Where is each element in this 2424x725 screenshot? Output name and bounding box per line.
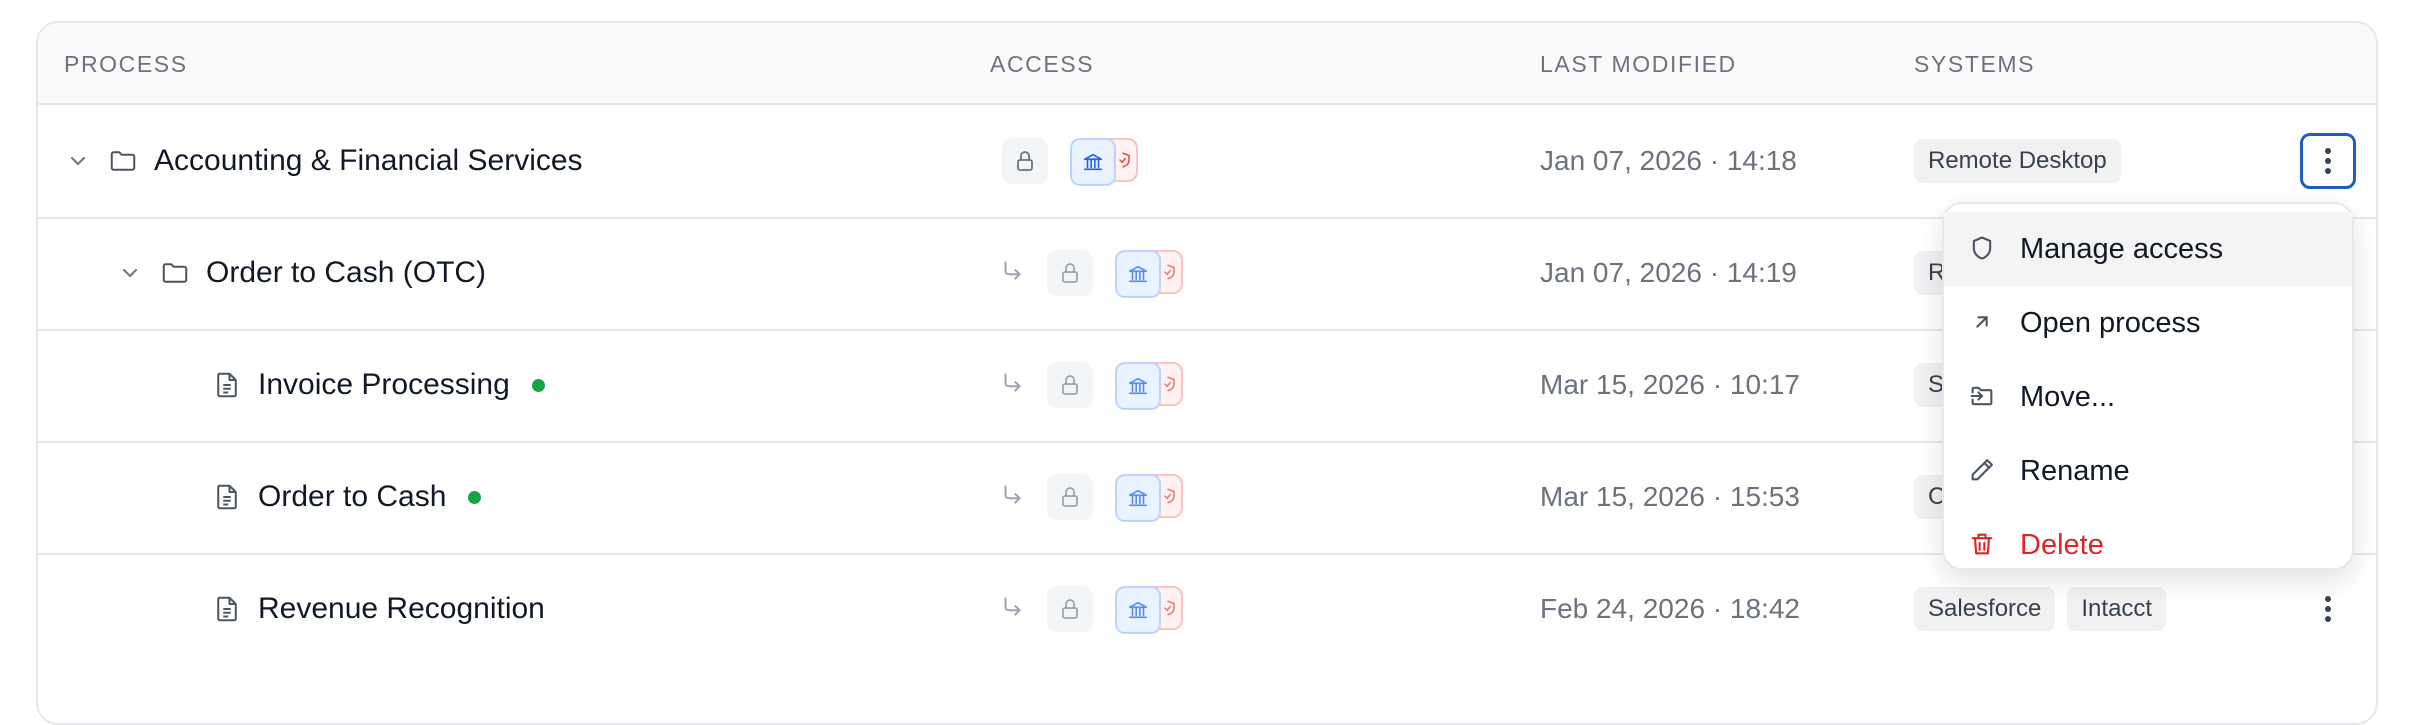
last-modified: Feb 24, 2026 · 18:42 <box>1540 593 1800 624</box>
menu-item-label: Rename <box>2020 454 2130 487</box>
folder-icon <box>160 258 190 288</box>
menu-item-label: Open process <box>2020 306 2201 339</box>
menu-item-label: Move... <box>2020 380 2116 413</box>
menu-item-delete[interactable]: Delete <box>1944 508 2352 582</box>
inherit-arrow-icon <box>999 482 1029 512</box>
process-name[interactable]: Accounting & Financial Services <box>154 144 583 178</box>
document-icon <box>212 482 242 512</box>
access-cell <box>1002 105 1144 217</box>
more-actions-button[interactable] <box>2300 133 2356 189</box>
row-actions-menu: Manage access Open process Move... Renam… <box>1942 202 2354 570</box>
bank-icon <box>1115 250 1161 298</box>
last-modified: Jan 07, 2026 · 14:18 <box>1540 145 1797 176</box>
system-chip: Salesforce <box>1914 587 2056 631</box>
system-chip: Intacct <box>2067 587 2167 631</box>
chevron-down-icon[interactable] <box>66 149 90 173</box>
lock-icon[interactable] <box>1047 362 1093 408</box>
column-header-process[interactable]: PROCESS <box>64 51 188 78</box>
menu-item-move[interactable]: Move... <box>1944 360 2352 434</box>
access-cell <box>999 217 1189 329</box>
access-cell <box>999 441 1189 553</box>
lock-icon[interactable] <box>1047 474 1093 520</box>
menu-item-open-process[interactable]: Open process <box>1944 286 2352 360</box>
access-cell <box>999 329 1189 441</box>
role-badges[interactable] <box>1115 250 1189 298</box>
access-cell <box>999 553 1189 665</box>
role-badges[interactable] <box>1115 586 1189 634</box>
system-chip: Remote Desktop <box>1914 139 2121 183</box>
process-name[interactable]: Revenue Recognition <box>258 592 545 626</box>
chevron-down-icon[interactable] <box>118 261 142 285</box>
menu-item-label: Delete <box>2020 528 2104 561</box>
column-header-access[interactable]: ACCESS <box>990 51 1094 78</box>
inherit-arrow-icon <box>999 370 1029 400</box>
document-icon <box>212 370 242 400</box>
lock-icon[interactable] <box>1002 138 1048 184</box>
trash-icon <box>1968 530 1998 560</box>
pencil-icon <box>1968 456 1998 486</box>
menu-item-rename[interactable]: Rename <box>1944 434 2352 508</box>
last-modified: Jan 07, 2026 · 14:19 <box>1540 257 1797 288</box>
role-badges[interactable] <box>1070 138 1144 186</box>
menu-item-label: Manage access <box>2020 232 2224 265</box>
folder-icon <box>108 146 138 176</box>
menu-item-manage-access[interactable]: Manage access <box>1944 212 2352 286</box>
last-modified: Mar 15, 2026 · 15:53 <box>1540 481 1800 512</box>
inherit-arrow-icon <box>999 594 1029 624</box>
bank-icon <box>1115 586 1161 634</box>
inherit-arrow-icon <box>999 258 1029 288</box>
process-name[interactable]: Order to Cash (OTC) <box>206 256 486 290</box>
systems-cell: Remote Desktop <box>1914 105 2121 217</box>
document-icon <box>212 594 242 624</box>
column-header-systems[interactable]: SYSTEMS <box>1914 51 2035 78</box>
lock-icon[interactable] <box>1047 250 1093 296</box>
more-actions-button[interactable] <box>2300 581 2356 637</box>
published-status-dot <box>468 490 482 504</box>
table-header: PROCESS ACCESS LAST MODIFIED SYSTEMS <box>38 23 2376 105</box>
role-badges[interactable] <box>1115 474 1189 522</box>
last-modified: Mar 15, 2026 · 10:17 <box>1540 369 1800 400</box>
role-badges[interactable] <box>1115 362 1189 410</box>
arrow-up-right-icon <box>1968 308 1998 338</box>
process-name[interactable]: Order to Cash <box>258 480 446 514</box>
bank-icon <box>1115 474 1161 522</box>
published-status-dot <box>531 378 545 392</box>
column-header-last-modified[interactable]: LAST MODIFIED <box>1540 51 1737 78</box>
bank-icon <box>1070 138 1116 186</box>
shield-icon <box>1968 234 1998 264</box>
process-name[interactable]: Invoice Processing <box>258 368 510 402</box>
bank-icon <box>1115 362 1161 410</box>
move-icon <box>1968 382 1998 412</box>
lock-icon[interactable] <box>1047 586 1093 632</box>
